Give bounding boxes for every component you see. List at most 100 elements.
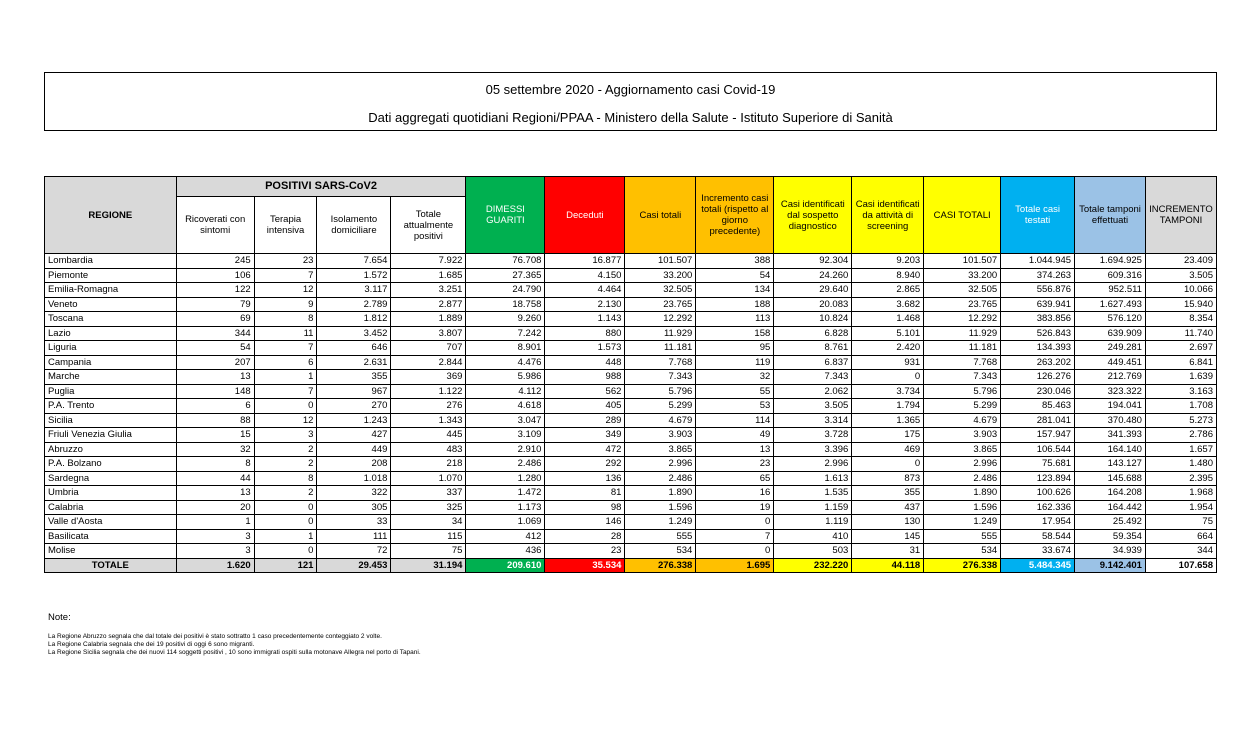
cell-casi-totali: 1.890 bbox=[624, 485, 697, 501]
cell-casi-totali-caps: 33.200 bbox=[923, 267, 1002, 283]
cell-incremento-tamponi: 11.740 bbox=[1144, 325, 1218, 341]
cell-casi-totali: 534 bbox=[624, 543, 697, 559]
cell-isolamento: 427 bbox=[316, 427, 392, 443]
cell-testati: 374.263 bbox=[1000, 267, 1076, 283]
cell-dimessi: 27.365 bbox=[465, 267, 546, 283]
cell-incremento-tamponi: 344 bbox=[1144, 543, 1218, 559]
col-regione: REGIONE bbox=[44, 176, 177, 254]
cell-tamponi: 370.480 bbox=[1074, 412, 1146, 428]
cell-totale-positivi: 1.070 bbox=[390, 470, 467, 486]
cell-totale-positivi: 445 bbox=[390, 427, 467, 443]
cell-region: Liguria bbox=[44, 340, 177, 356]
table-row: Piemonte 106 7 1.572 1.685 27.365 4.150 33.200 5… bbox=[44, 267, 1218, 283]
cell-deceduti: 4.150 bbox=[544, 267, 626, 283]
cell-screening: 2.420 bbox=[851, 340, 925, 356]
cell-incremento: 16 bbox=[695, 485, 775, 501]
cell-casi-totali-caps: 534 bbox=[923, 543, 1002, 559]
cell-casi-totali-caps: 3.903 bbox=[923, 427, 1002, 443]
cell-testati: 58.544 bbox=[1000, 528, 1076, 544]
cell-incremento: 114 bbox=[695, 412, 775, 428]
cell-screening: 873 bbox=[851, 470, 925, 486]
cell-dimessi: 76.708 bbox=[465, 253, 546, 269]
total-isolamento: 29.453 bbox=[316, 557, 392, 573]
cell-screening: 355 bbox=[851, 485, 925, 501]
col-sospetto: Casi identificati dal sospetto diagnosti… bbox=[773, 176, 853, 254]
cell-tamponi: 449.451 bbox=[1074, 354, 1146, 370]
cell-incremento: 0 bbox=[695, 543, 775, 559]
cell-isolamento: 449 bbox=[316, 441, 392, 457]
cell-sospetto: 1.613 bbox=[773, 470, 853, 486]
table-row: Marche 13 1 355 369 5.986 988 7.343 32 7.343 0 7.34… bbox=[44, 369, 1218, 385]
cell-casi-totali-caps: 7.343 bbox=[923, 369, 1002, 385]
cell-deceduti: 81 bbox=[544, 485, 626, 501]
cell-region: Friuli Venezia Giulia bbox=[44, 427, 177, 443]
cell-region: Umbria bbox=[44, 485, 177, 501]
cell-testati: 263.202 bbox=[1000, 354, 1076, 370]
cell-terapia: 2 bbox=[253, 456, 318, 472]
cell-incremento-tamponi: 2.786 bbox=[1144, 427, 1218, 443]
cell-region: Marche bbox=[44, 369, 177, 385]
cell-isolamento: 2.631 bbox=[316, 354, 392, 370]
cell-ricoverati: 54 bbox=[175, 340, 255, 356]
cell-isolamento: 3.117 bbox=[316, 282, 392, 298]
col-casi-totali-caps: CASI TOTALI bbox=[923, 176, 1002, 254]
cell-tamponi: 639.909 bbox=[1074, 325, 1146, 341]
cell-tamponi: 34.939 bbox=[1074, 543, 1146, 559]
cell-incremento: 19 bbox=[695, 499, 775, 515]
table-row: Sardegna 44 8 1.018 1.070 1.280 136 2.486 65 1.61… bbox=[44, 470, 1218, 486]
cell-terapia: 7 bbox=[253, 383, 318, 399]
cell-region: Campania bbox=[44, 354, 177, 370]
cell-dimessi: 1.069 bbox=[465, 514, 546, 530]
col-ricoverati: Ricoverati con sintomi bbox=[175, 196, 255, 254]
cell-totale-positivi: 707 bbox=[390, 340, 467, 356]
cell-casi-totali: 1.596 bbox=[624, 499, 697, 515]
cell-isolamento: 1.243 bbox=[316, 412, 392, 428]
cell-sospetto: 1.535 bbox=[773, 485, 853, 501]
cell-sospetto: 6.837 bbox=[773, 354, 853, 370]
cell-testati: 100.626 bbox=[1000, 485, 1076, 501]
table-row: Puglia 148 7 967 1.122 4.112 562 5.796 55 2.062 3.… bbox=[44, 383, 1218, 399]
cell-incremento-tamponi: 1.968 bbox=[1144, 485, 1218, 501]
cell-ricoverati: 13 bbox=[175, 485, 255, 501]
cell-sospetto: 3.396 bbox=[773, 441, 853, 457]
cell-deceduti: 292 bbox=[544, 456, 626, 472]
cell-region: Calabria bbox=[44, 499, 177, 515]
cell-terapia: 23 bbox=[253, 253, 318, 269]
table-row: P.A. Trento 6 0 270 276 4.618 405 5.299 53 3.505 1… bbox=[44, 398, 1218, 414]
cell-casi-totali: 101.507 bbox=[624, 253, 697, 269]
cell-screening: 0 bbox=[851, 369, 925, 385]
cell-testati: 639.941 bbox=[1000, 296, 1076, 312]
cell-testati: 33.674 bbox=[1000, 543, 1076, 559]
cell-ricoverati: 32 bbox=[175, 441, 255, 457]
cell-dimessi: 9.260 bbox=[465, 311, 546, 327]
cell-deceduti: 28 bbox=[544, 528, 626, 544]
cell-dimessi: 4.476 bbox=[465, 354, 546, 370]
cell-testati: 126.276 bbox=[1000, 369, 1076, 385]
cell-deceduti: 1.573 bbox=[544, 340, 626, 356]
col-screening: Casi identificati da attività di screeni… bbox=[851, 176, 925, 254]
cell-deceduti: 562 bbox=[544, 383, 626, 399]
cell-sospetto: 92.304 bbox=[773, 253, 853, 269]
cell-terapia: 0 bbox=[253, 514, 318, 530]
cell-ricoverati: 245 bbox=[175, 253, 255, 269]
cell-region: Puglia bbox=[44, 383, 177, 399]
cell-totale-positivi: 1.889 bbox=[390, 311, 467, 327]
cell-terapia: 1 bbox=[253, 369, 318, 385]
cell-screening: 9.203 bbox=[851, 253, 925, 269]
cell-casi-totali: 5.299 bbox=[624, 398, 697, 414]
cell-sospetto: 2.062 bbox=[773, 383, 853, 399]
cell-incremento: 53 bbox=[695, 398, 775, 414]
table-row: Lombardia 245 23 7.654 7.922 76.708 16.877 101.… bbox=[44, 253, 1218, 269]
cell-sospetto: 10.824 bbox=[773, 311, 853, 327]
cell-deceduti: 98 bbox=[544, 499, 626, 515]
cell-incremento: 55 bbox=[695, 383, 775, 399]
cell-testati: 157.947 bbox=[1000, 427, 1076, 443]
cell-ricoverati: 207 bbox=[175, 354, 255, 370]
cell-screening: 1.468 bbox=[851, 311, 925, 327]
cell-incremento-tamponi: 10.066 bbox=[1144, 282, 1218, 298]
table-row: Liguria 54 7 646 707 8.901 1.573 11.181 95 8.761 2… bbox=[44, 340, 1218, 356]
cell-totale-positivi: 2.877 bbox=[390, 296, 467, 312]
cell-dimessi: 2.486 bbox=[465, 456, 546, 472]
cell-deceduti: 405 bbox=[544, 398, 626, 414]
cell-terapia: 9 bbox=[253, 296, 318, 312]
